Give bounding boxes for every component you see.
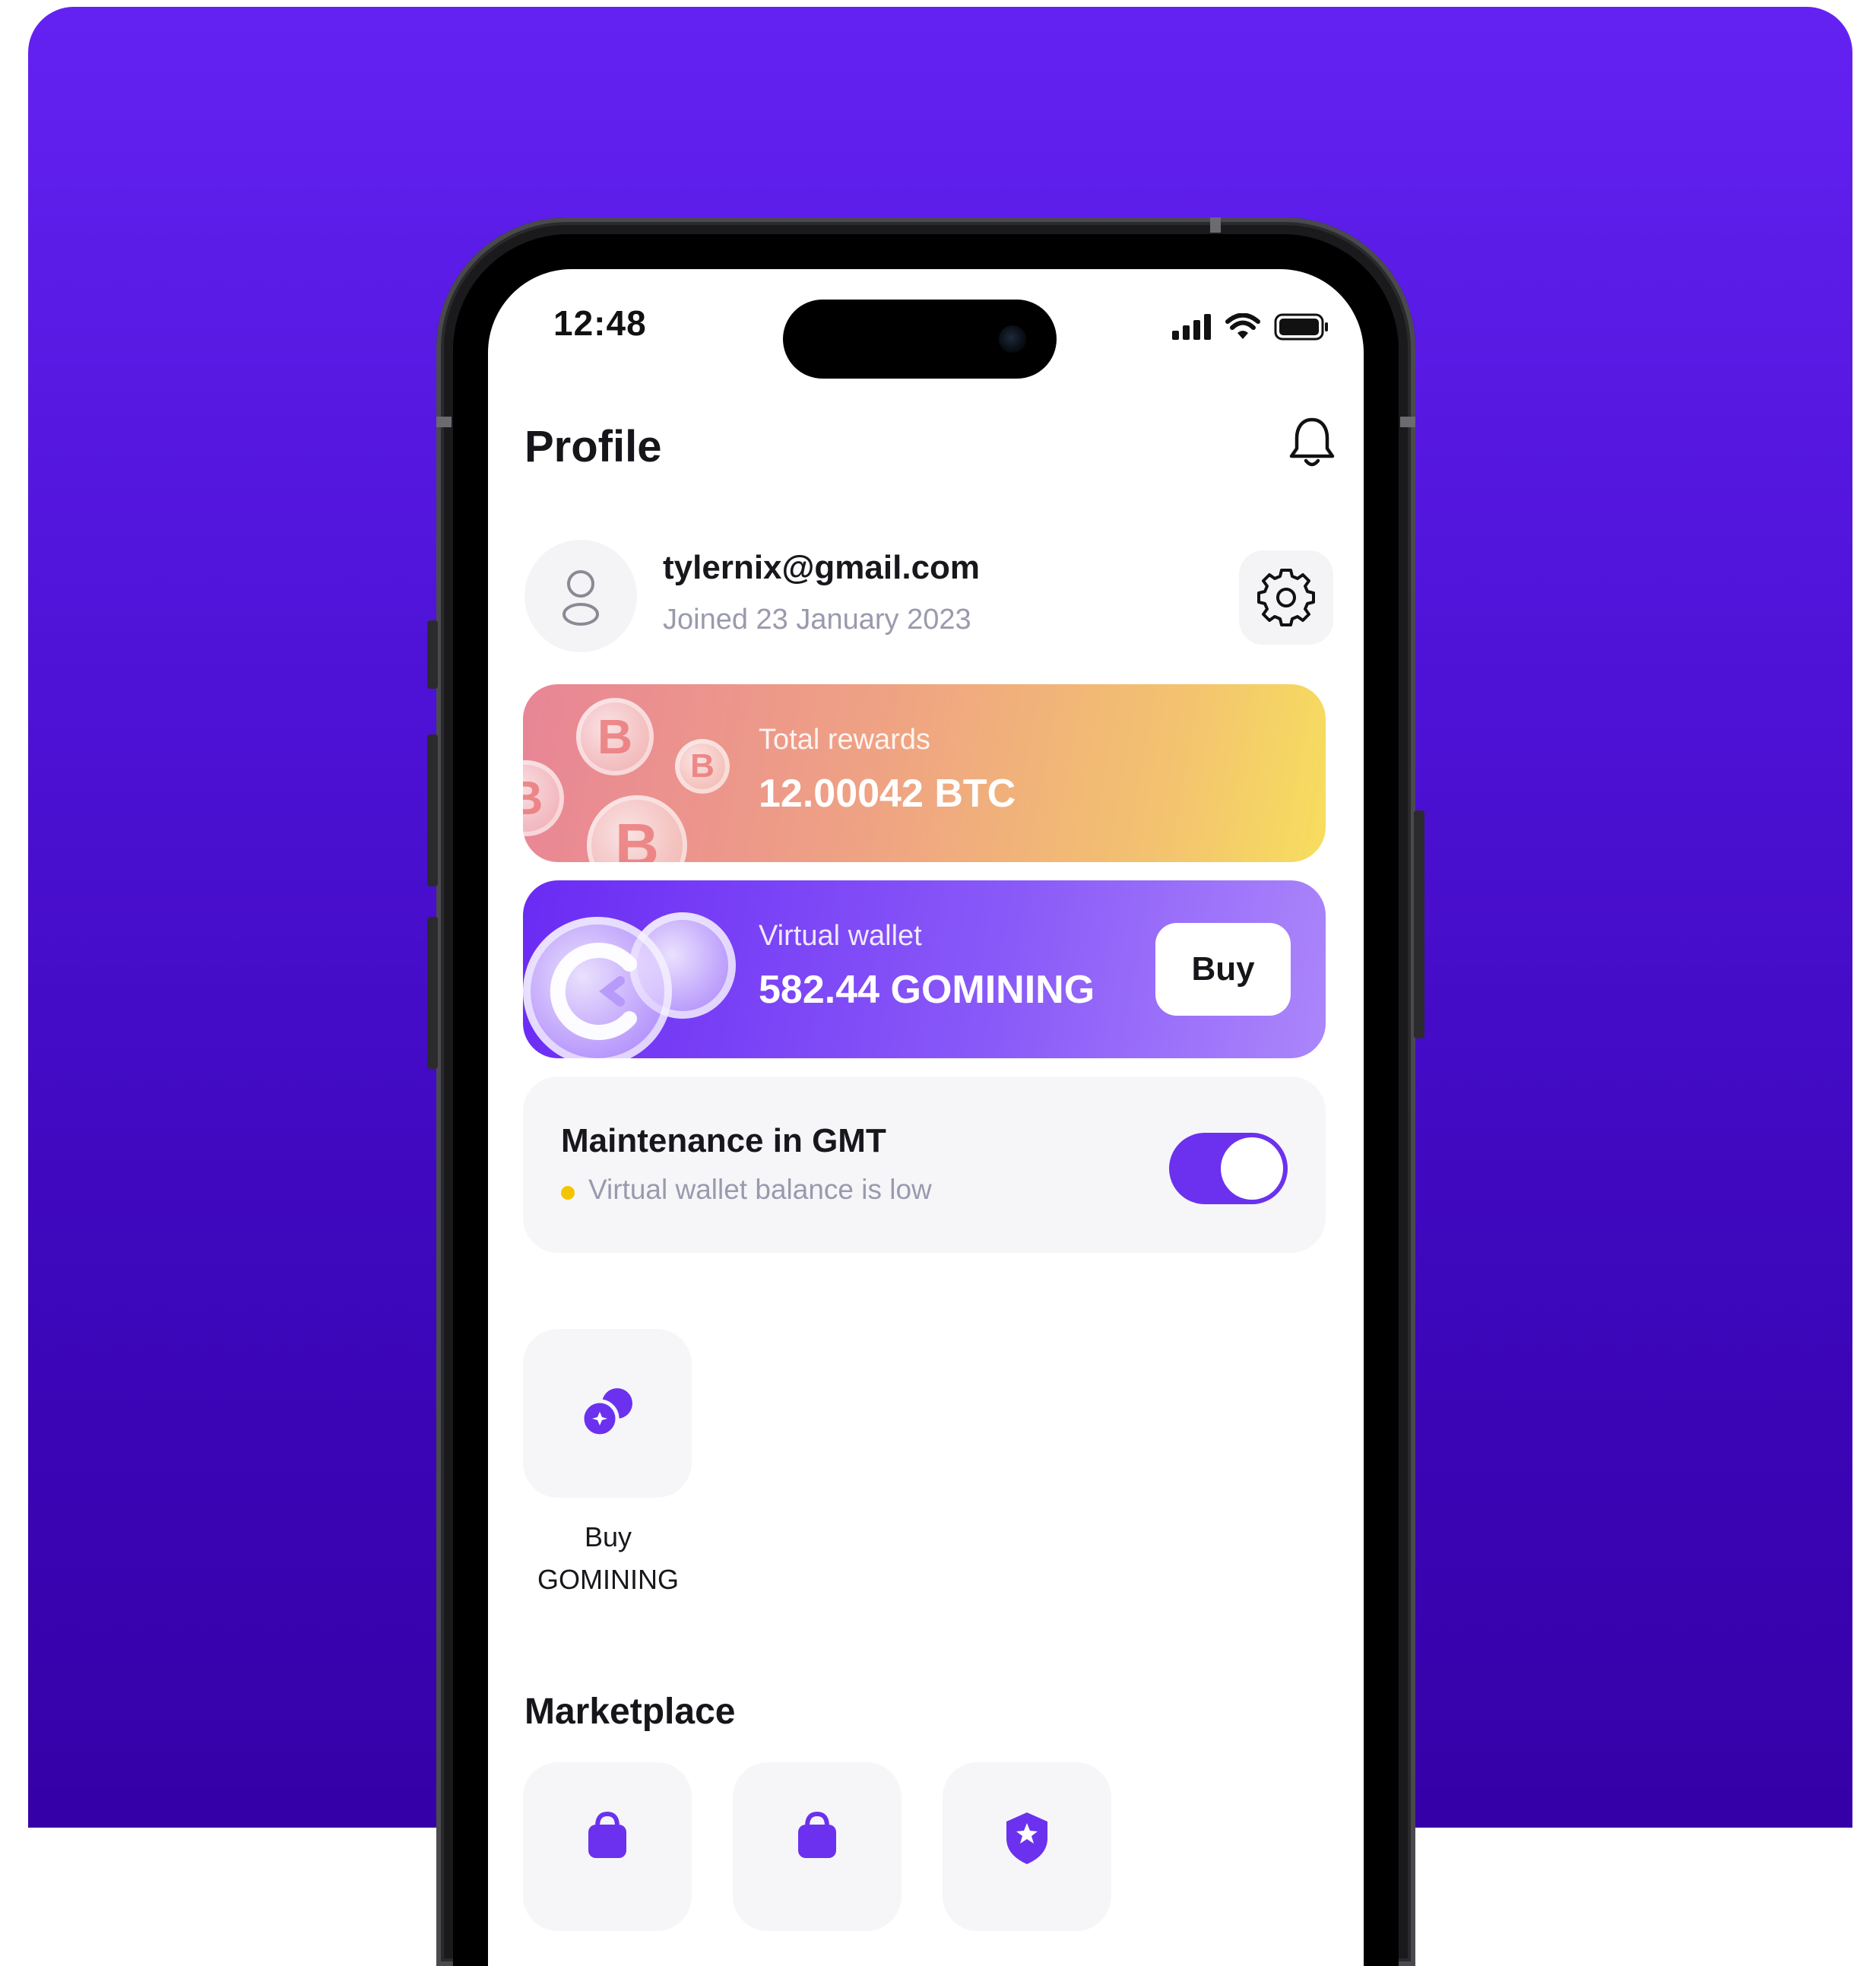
front-camera-icon (999, 325, 1026, 353)
total-rewards-card[interactable]: B B B B Total rewards 12.00042 BTC (523, 684, 1326, 862)
phone-bezel: 12:48 Profile tylernix@gmail.com Joined … (453, 234, 1399, 1966)
shopping-bag-icon (798, 1811, 836, 1858)
gomining-coin-icon (523, 917, 672, 1058)
user-icon (562, 570, 599, 626)
bitcoin-coin-icon: B (675, 739, 730, 794)
volume-up-button (427, 734, 438, 886)
wallet-value: 582.44 GOMINING (759, 968, 1095, 1012)
coins-icon (580, 1388, 632, 1438)
bitcoin-coin-icon: B (576, 698, 654, 775)
notification-bell-icon[interactable] (1288, 415, 1336, 471)
avatar[interactable] (524, 540, 637, 652)
gear-icon (1257, 569, 1315, 626)
buy-gomining-label[interactable]: Buy GOMINING (488, 1516, 728, 1601)
antenna-band-top (1210, 217, 1221, 233)
dynamic-island (783, 300, 1057, 379)
shield-icon (1006, 1812, 1047, 1864)
maintenance-card: Maintenance in GMT Virtual wallet balanc… (523, 1077, 1326, 1253)
status-icons (1172, 313, 1329, 341)
settings-button[interactable] (1239, 550, 1333, 645)
battery-icon (1274, 313, 1328, 341)
app-screen: 12:48 Profile tylernix@gmail.com Joined … (488, 269, 1364, 1966)
rewards-label: Total rewards (759, 724, 930, 756)
marketplace-title: Marketplace (524, 1692, 736, 1732)
maintenance-toggle[interactable] (1169, 1133, 1288, 1204)
signal-icon (1172, 314, 1211, 340)
gomining-logo-icon (550, 943, 637, 1040)
action-button (427, 620, 438, 689)
marketplace-tile-3[interactable] (943, 1762, 1111, 1931)
wallet-label: Virtual wallet (759, 920, 922, 952)
antenna-band-right (1400, 417, 1415, 427)
maintenance-title: Maintenance in GMT (561, 1122, 886, 1159)
virtual-wallet-card[interactable]: Virtual wallet 582.44 GOMINING Buy (523, 880, 1326, 1058)
joined-date: Joined 23 January 2023 (663, 604, 971, 636)
power-button (1414, 810, 1424, 1038)
wifi-icon (1225, 313, 1260, 339)
buy-gomining-tile[interactable] (523, 1329, 692, 1498)
rewards-value: 12.00042 BTC (759, 772, 1016, 816)
status-time: 12:48 (553, 303, 647, 343)
antenna-band-left (436, 417, 452, 427)
page-title: Profile (524, 422, 662, 471)
volume-down-button (427, 917, 438, 1069)
shopping-bag-icon (588, 1811, 626, 1858)
marketplace-tile-2[interactable] (733, 1762, 902, 1931)
phone-frame: 12:48 Profile tylernix@gmail.com Joined … (427, 217, 1424, 1966)
marketplace-tile-1[interactable] (523, 1762, 692, 1931)
bitcoin-coin-icon: B (523, 760, 564, 836)
user-email: tylernix@gmail.com (663, 549, 981, 586)
warning-dot-icon (561, 1186, 575, 1200)
maintenance-status: Virtual wallet balance is low (588, 1174, 932, 1205)
toggle-knob (1221, 1137, 1283, 1200)
bitcoin-coin-icon: B (587, 795, 687, 862)
buy-button[interactable]: Buy (1155, 923, 1291, 1016)
